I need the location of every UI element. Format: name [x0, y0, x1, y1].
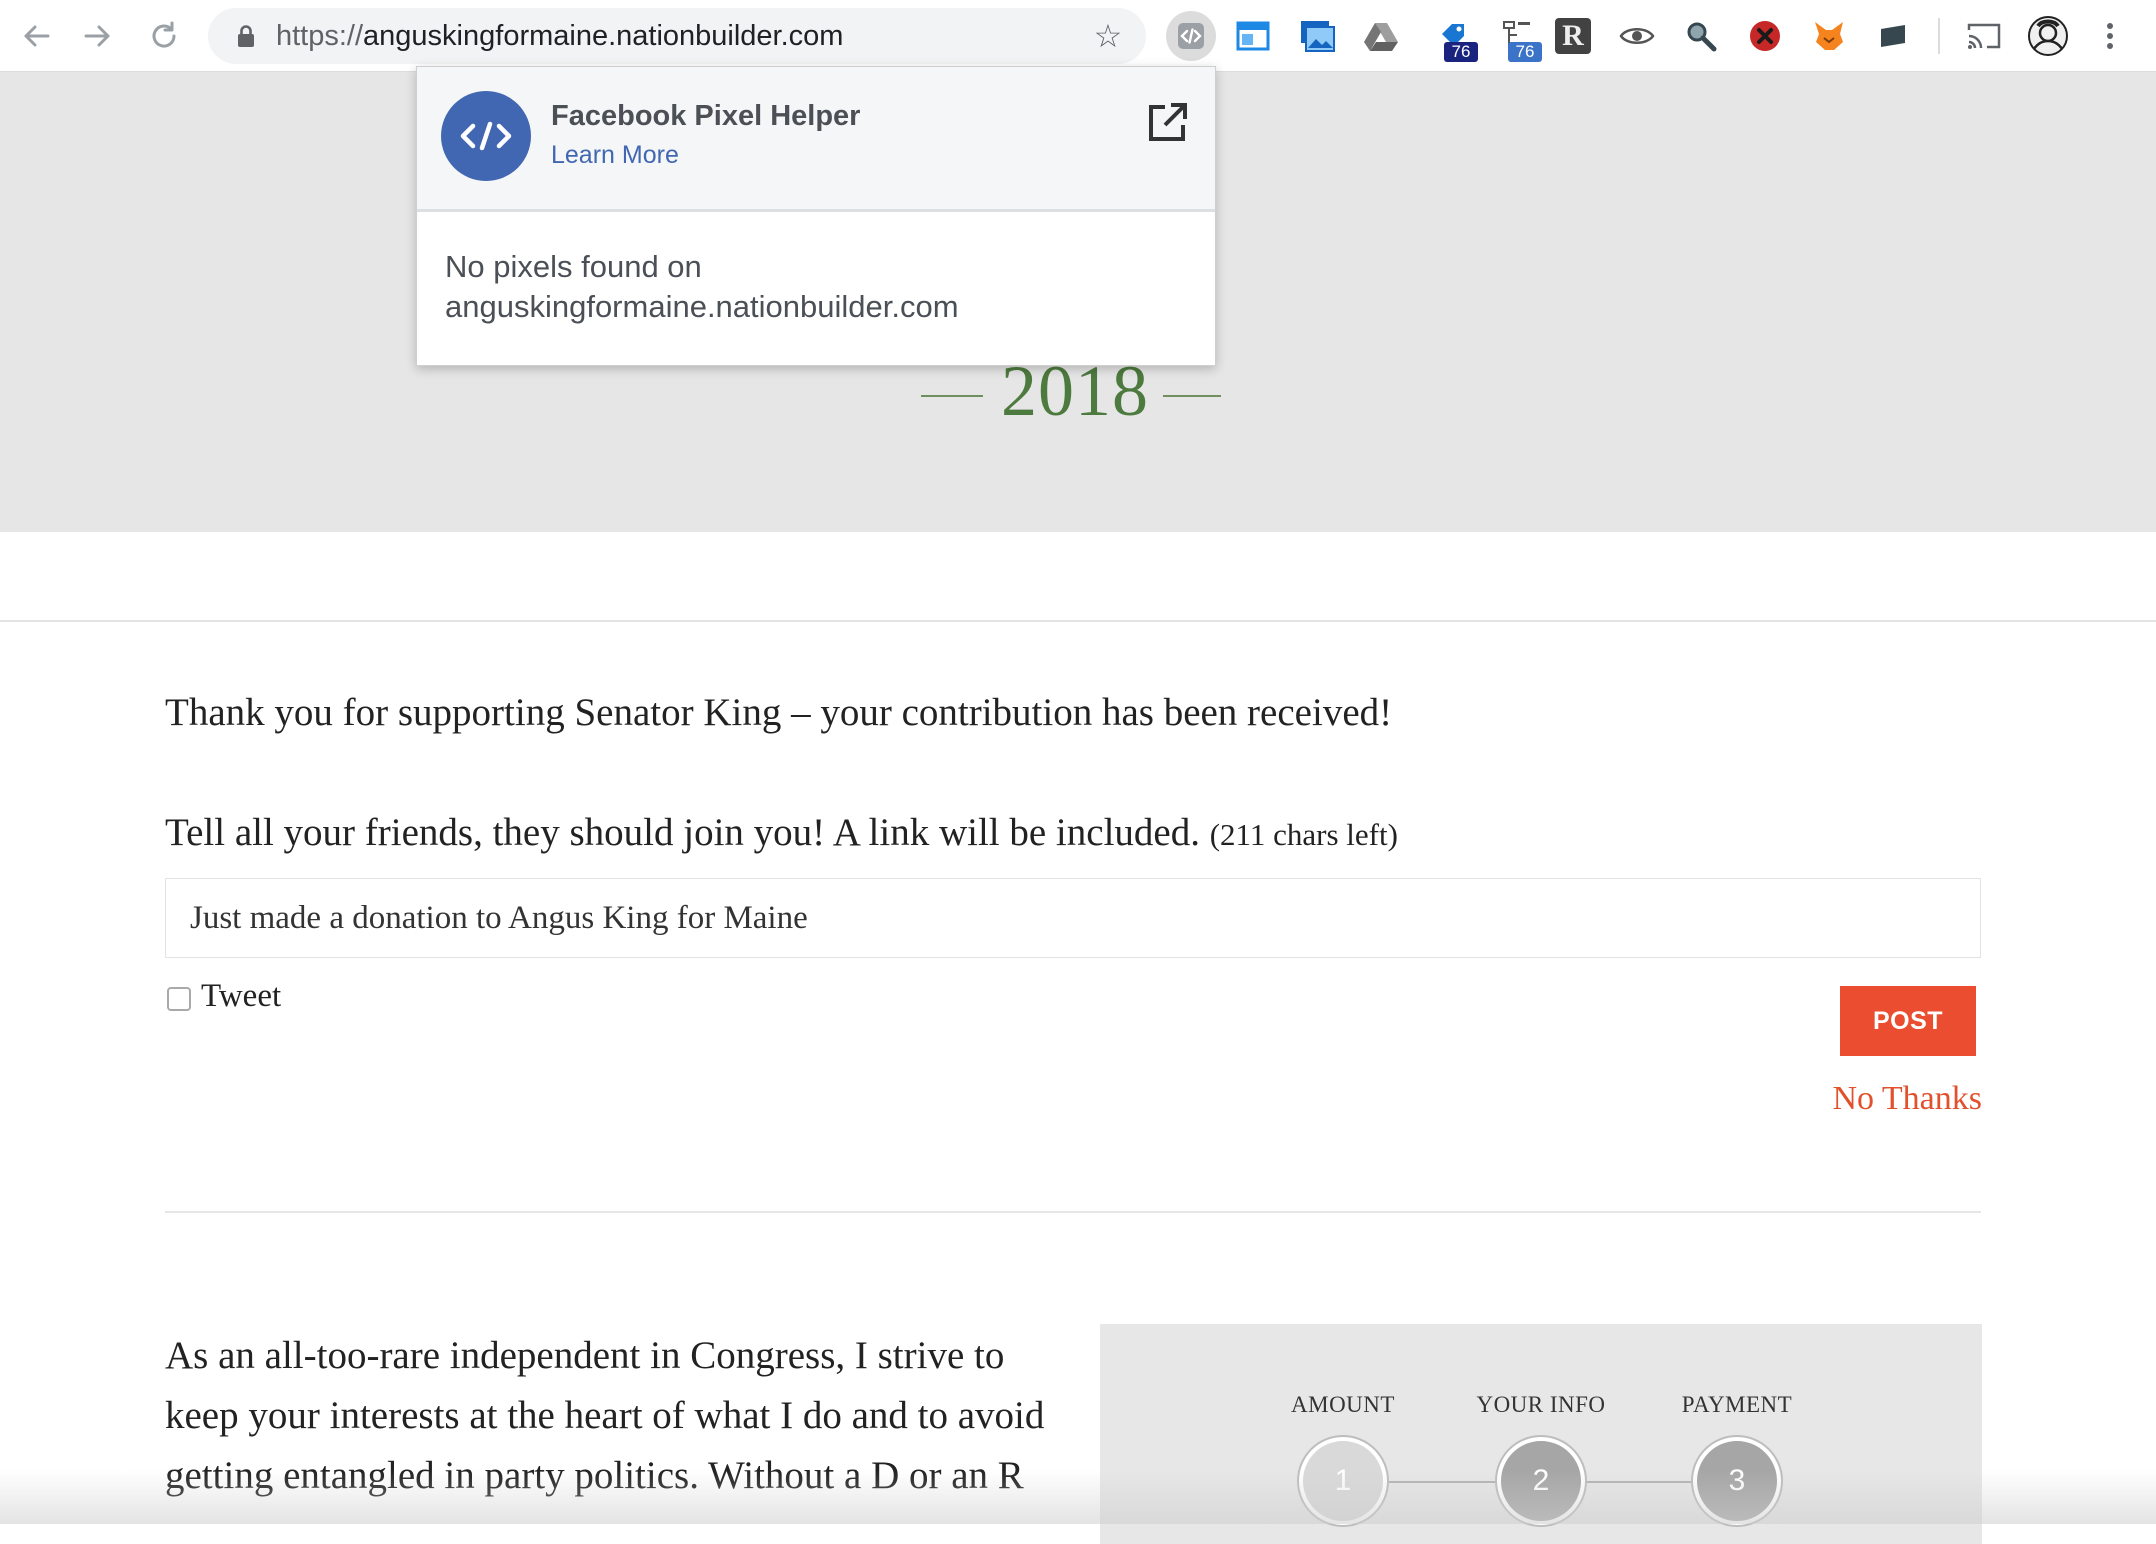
- pixel-helper-popup: Facebook Pixel Helper Learn More No pixe…: [416, 66, 1216, 366]
- no-pixels-message: No pixels found on anguskingformaine.nat…: [445, 247, 959, 327]
- step-circle-3[interactable]: 3: [1693, 1437, 1781, 1525]
- step-circle-2[interactable]: 2: [1497, 1437, 1585, 1525]
- tag-extension-icon[interactable]: 76: [1430, 12, 1478, 62]
- tweet-label: Tweet: [201, 978, 282, 1014]
- window-icon: [1236, 21, 1270, 51]
- eye-extension-icon[interactable]: [1613, 12, 1661, 60]
- avatar-icon: [2028, 16, 2068, 56]
- magnifier-icon: [1687, 22, 1717, 52]
- message-domain: anguskingformaine.nationbuilder.com: [445, 289, 959, 324]
- donation-panel: AMOUNT YOUR INFO PAYMENT 1 2 3: [1100, 1324, 1982, 1544]
- eye-icon: [1619, 28, 1655, 44]
- card-extension-icon[interactable]: [1869, 12, 1917, 60]
- card-icon: [1881, 25, 1905, 47]
- no-thanks-link[interactable]: No Thanks: [1832, 1080, 1982, 1118]
- search-extension-icon[interactable]: [1677, 12, 1725, 60]
- section-divider: [0, 620, 2156, 622]
- step-connector: [1585, 1481, 1695, 1483]
- reload-icon: [152, 21, 176, 48]
- paragraph-line: As an all-too-rare independent in Congre…: [165, 1334, 1005, 1377]
- reload-button[interactable]: [142, 14, 186, 58]
- sitemap-badge: 76: [1508, 42, 1542, 62]
- pixel-helper-logo-icon: [441, 91, 531, 181]
- share-label: Tell all your friends, they should join …: [165, 810, 1398, 855]
- back-arrow-icon: [24, 25, 50, 47]
- fox-icon: [1815, 22, 1843, 50]
- step-connector: [1387, 1481, 1499, 1483]
- more-menu-icon[interactable]: [2088, 12, 2132, 60]
- address-bar[interactable]: https://anguskingformaine.nationbuilder.…: [208, 8, 1146, 64]
- url-scheme: https://: [276, 20, 364, 52]
- tweet-checkbox[interactable]: [167, 987, 191, 1011]
- intro-paragraph: As an all-too-rare independent in Congre…: [165, 1326, 1105, 1506]
- url-text: https://anguskingformaine.nationbuilder.…: [276, 8, 843, 64]
- bookmark-star-icon[interactable]: ☆: [1088, 16, 1128, 56]
- year-rule-right: [1163, 395, 1221, 397]
- share-label-text: Tell all your friends, they should join …: [165, 811, 1200, 854]
- profile-avatar[interactable]: [2024, 12, 2072, 60]
- forward-arrow-icon: [84, 25, 110, 47]
- popup-header: Facebook Pixel Helper Learn More: [417, 67, 1215, 212]
- vertical-dots-icon: [2107, 23, 2113, 49]
- lock-icon: [238, 25, 254, 47]
- step-label-amount: AMOUNT: [1291, 1392, 1395, 1417]
- window-extension-icon[interactable]: [1229, 12, 1277, 60]
- content-divider: [165, 1211, 1981, 1213]
- popup-title: Facebook Pixel Helper: [551, 100, 861, 132]
- code-icon: [1178, 23, 1204, 49]
- forward-button[interactable]: [76, 14, 120, 58]
- r-letter-icon: R: [1555, 18, 1591, 54]
- paragraph-line: keep your interests at the heart of what…: [165, 1394, 1045, 1437]
- step-circle-1[interactable]: 1: [1299, 1437, 1387, 1525]
- step-label-payment: PAYMENT: [1681, 1392, 1793, 1417]
- image-icon: [1301, 21, 1335, 52]
- back-button[interactable]: [14, 14, 58, 58]
- post-button[interactable]: POST: [1840, 986, 1976, 1056]
- code-brackets-icon: [460, 121, 512, 151]
- thank-you-message: Thank you for supporting Senator King – …: [165, 691, 1393, 734]
- drive-extension-icon[interactable]: [1357, 12, 1405, 60]
- browser-toolbar: https://anguskingformaine.nationbuilder.…: [0, 0, 2156, 72]
- sitemap-extension-icon[interactable]: 76: [1494, 12, 1542, 62]
- cast-screen-icon: [1967, 23, 2001, 49]
- year-rule-left: [921, 395, 983, 397]
- chars-left: (211 chars left): [1209, 817, 1398, 852]
- open-external-icon[interactable]: [1145, 101, 1189, 145]
- drive-icon: [1364, 23, 1398, 51]
- fox-extension-icon[interactable]: [1805, 12, 1853, 60]
- url-host: anguskingformaine.nationbuilder.com: [363, 20, 844, 52]
- r-extension-icon[interactable]: R: [1549, 12, 1597, 60]
- learn-more-link[interactable]: Learn More: [551, 141, 679, 170]
- step-label-your-info: YOUR INFO: [1476, 1392, 1606, 1417]
- block-icon: [1750, 21, 1780, 51]
- blocker-extension-icon[interactable]: [1741, 12, 1789, 60]
- tag-badge: 76: [1444, 42, 1478, 62]
- toolbar-divider: [1938, 18, 1940, 54]
- message-line: No pixels found on: [445, 249, 702, 284]
- paragraph-line: getting entangled in party politics. Wit…: [165, 1454, 1024, 1497]
- share-message-input[interactable]: [165, 878, 1981, 958]
- cast-icon[interactable]: [1960, 12, 2008, 60]
- pixel-helper-extension-icon[interactable]: [1166, 11, 1216, 61]
- screenshot-extension-icon[interactable]: [1293, 12, 1341, 60]
